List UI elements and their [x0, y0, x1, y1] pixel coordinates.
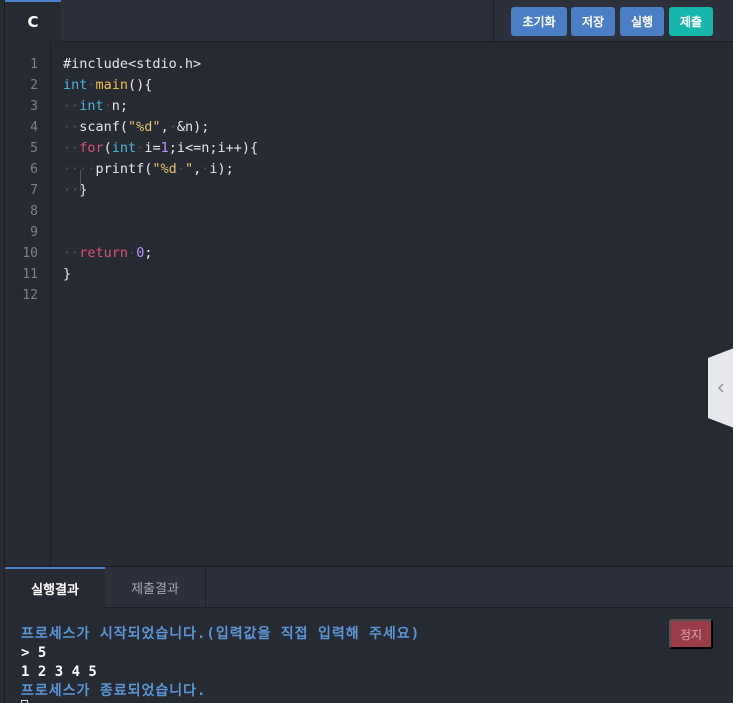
code-editor[interactable]: 1 2 3 4 5 6 7 8 9 10 11 12 #include<stdio.h> int·mai… [5, 43, 733, 566]
code-token: ·· [63, 140, 80, 156]
top-toolbar: C 초기화 저장 실행 제출 [5, 0, 733, 42]
stop-button[interactable]: 정지 [669, 619, 713, 649]
code-token: (){ [128, 77, 153, 93]
line-number: 1 [30, 57, 38, 72]
line-number: 12 [22, 288, 38, 303]
toolbar-divider [493, 0, 494, 42]
code-line: ··scanf("%d",·&n); [63, 117, 209, 138]
code-token: } [63, 266, 72, 282]
collapse-panel-tab[interactable] [708, 348, 733, 428]
code-token: int [111, 140, 137, 156]
code-token: main [95, 77, 129, 93]
code-token: " [184, 161, 194, 177]
code-runner-app: C 초기화 저장 실행 제출 1 2 3 4 5 6 7 8 9 10 11 12 #include<… [4, 0, 733, 703]
code-token: · [128, 245, 137, 261]
language-tab[interactable]: C [5, 0, 61, 42]
code-token: i); [209, 161, 234, 177]
code-line: ··for(int·i=1;i<=n;i++){ [63, 138, 258, 159]
indent-guide [80, 170, 81, 191]
code-line: ····printf("%d·",·i); [63, 159, 234, 180]
code-token: ·· [63, 245, 80, 261]
code-token: , [160, 119, 169, 135]
code-token: "%d [152, 161, 177, 177]
code-token: return [79, 245, 129, 261]
line-number: 7 [30, 183, 38, 198]
save-button[interactable]: 저장 [571, 7, 615, 36]
code-token: for [79, 140, 104, 156]
code-token: , [193, 161, 202, 177]
code-token: · [87, 77, 96, 93]
code-token: · [103, 98, 112, 114]
run-button[interactable]: 실행 [620, 7, 664, 36]
line-number: 5 [30, 141, 38, 156]
code-token: printf( [95, 161, 153, 177]
output-tabbar: 실행결과 제출결과 [5, 567, 733, 608]
code-token: &n); [176, 119, 210, 135]
line-number-gutter: 1 2 3 4 5 6 7 8 9 10 11 12 [5, 43, 51, 566]
code-line: int·main(){ [63, 75, 152, 96]
tab-run-result[interactable]: 실행결과 [5, 567, 105, 608]
line-number: 10 [22, 246, 38, 261]
code-token: · [168, 119, 177, 135]
code-token: ·· [63, 98, 80, 114]
submit-button[interactable]: 제출 [669, 7, 713, 36]
console-line: 프로세스가 종료되었습니다. [21, 683, 207, 699]
tab-submit-result[interactable]: 제출결과 [105, 567, 206, 608]
code-token: ·· [63, 119, 80, 135]
code-token: ·· [63, 182, 80, 198]
code-line: ··int·n; [63, 96, 128, 117]
reset-button[interactable]: 초기화 [511, 7, 567, 36]
output-panel: 실행결과 제출결과 정지 프로세스가 시작되었습니다.(입력값을 직접 입력해 … [5, 566, 733, 703]
line-number: 6 [30, 162, 38, 177]
code-token: n; [111, 98, 129, 114]
console-line: 프로세스가 시작되었습니다.(입력값을 직접 입력해 주세요) [21, 626, 421, 642]
code-line: ··} [63, 180, 87, 201]
line-number: 3 [30, 99, 38, 114]
console-line: > 5 [21, 645, 47, 661]
code-token: 1 [160, 140, 169, 156]
code-token: ( [103, 140, 112, 156]
code-line: #include<stdio.h> [63, 54, 201, 75]
code-line: ··return·0; [63, 243, 152, 264]
code-token: ;i<=n;i++){ [168, 140, 259, 156]
code-line: } [63, 264, 71, 285]
line-number: 4 [30, 120, 38, 135]
line-number: 8 [30, 204, 38, 219]
code-token: int [79, 98, 104, 114]
line-number: 2 [30, 78, 38, 93]
code-token: scanf( [79, 119, 129, 135]
code-token: #include<stdio.h> [63, 56, 202, 72]
code-token: int [63, 77, 88, 93]
console-line: 1 2 3 4 5 [21, 664, 97, 680]
line-number: 11 [22, 267, 38, 282]
code-token: · [176, 161, 185, 177]
code-token: i= [144, 140, 161, 156]
code-token: ; [144, 245, 153, 261]
line-number: 9 [30, 225, 38, 240]
code-token: "%d" [128, 119, 161, 135]
